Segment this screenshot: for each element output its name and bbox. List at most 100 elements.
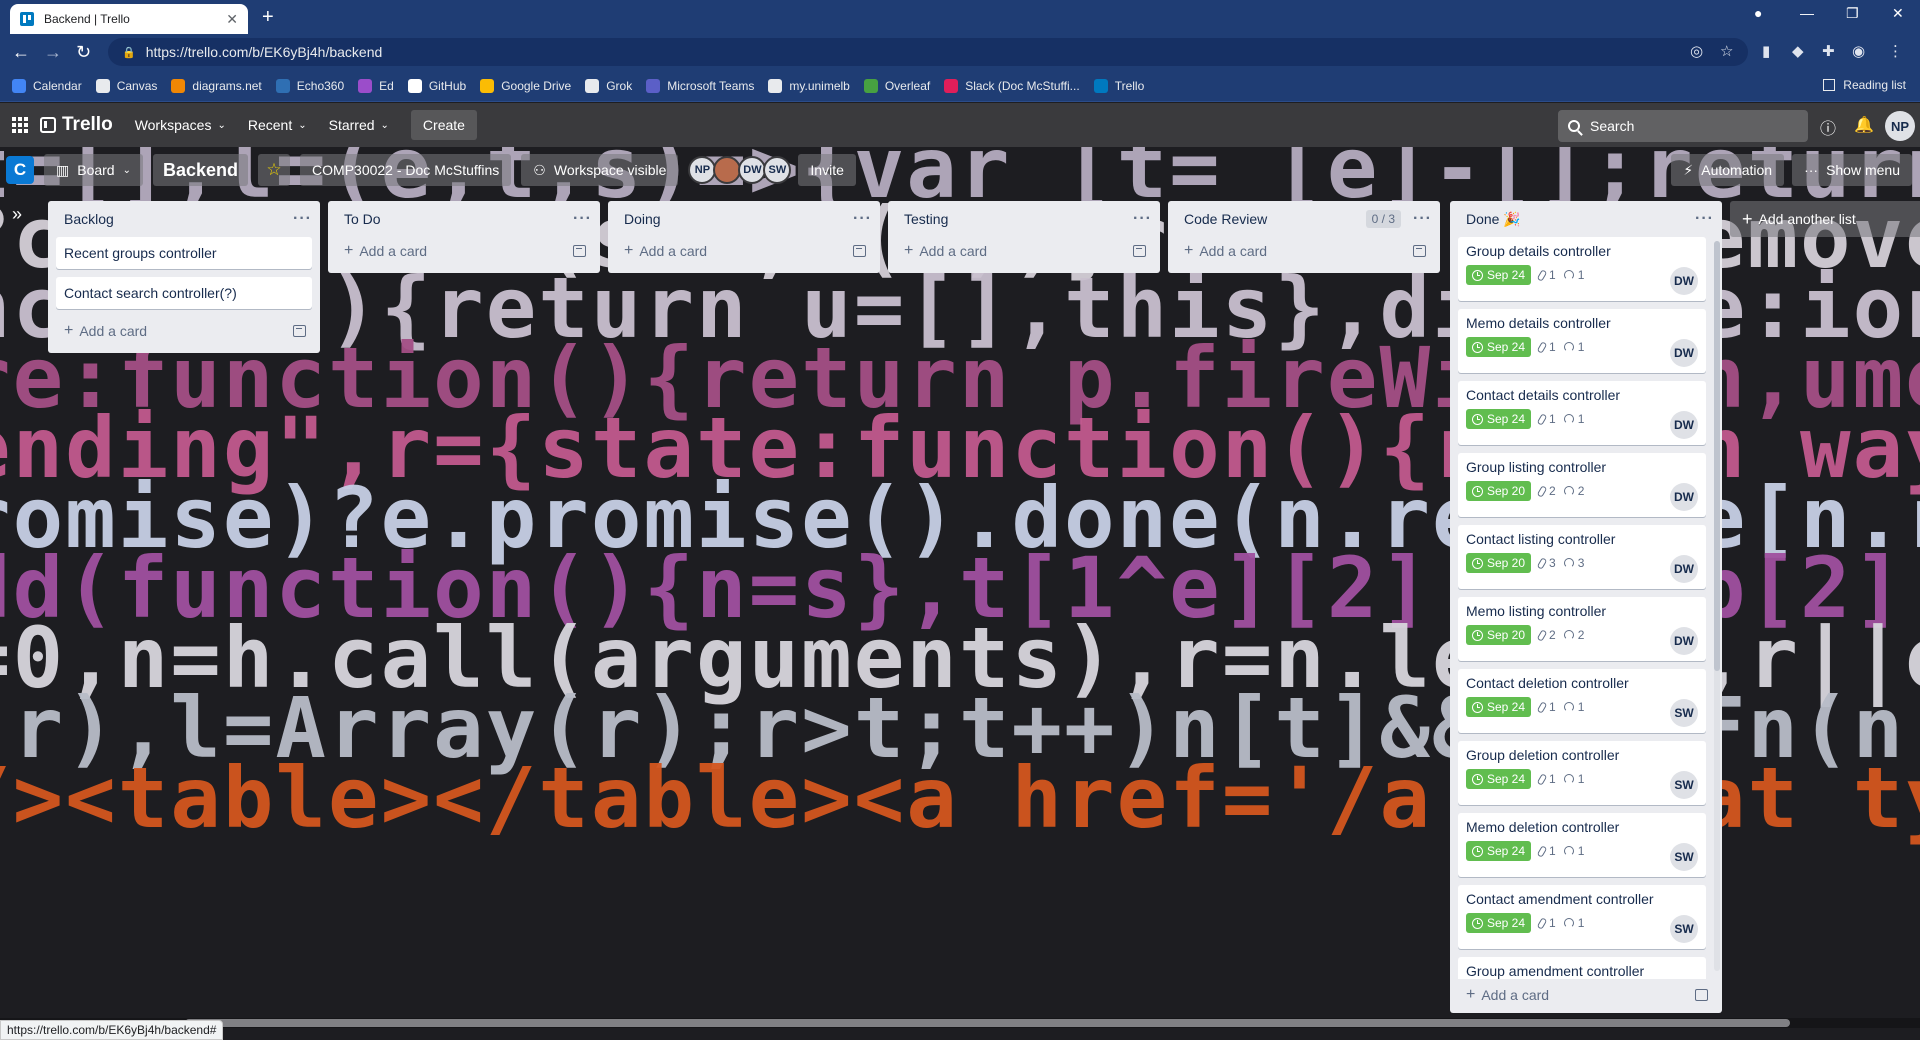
recent-menu[interactable]: Recent ⌄ (248, 117, 307, 133)
bookmark-item[interactable]: Canvas (95, 78, 157, 93)
due-date-badge[interactable]: Sep 20 (1466, 481, 1532, 501)
done-card[interactable]: Group deletion controller Sep 24 1 1 SW (1458, 741, 1706, 805)
tracking-icon[interactable]: ◎ (1690, 42, 1703, 60)
add-card-button[interactable]: + Add a card (336, 237, 592, 265)
done-card[interactable]: Memo details controller Sep 24 1 1 DW (1458, 309, 1706, 373)
extension-icon[interactable]: ▮ (1762, 42, 1770, 60)
card-member-avatar[interactable]: SW (1670, 843, 1698, 871)
app-switcher-icon[interactable] (12, 117, 28, 133)
bookmark-star-icon[interactable]: ☆ (1720, 42, 1733, 60)
browser-menu-icon[interactable]: ⋮ (1888, 42, 1903, 60)
card-member-avatar[interactable]: DW (1670, 483, 1698, 511)
list-header[interactable]: Backlog ··· (56, 201, 312, 237)
done-card[interactable]: Group listing controller Sep 20 2 2 DW (1458, 453, 1706, 517)
board-title[interactable]: Backend (152, 154, 249, 186)
automation-button[interactable]: ⚡ Automation (1671, 154, 1785, 186)
add-another-list-button[interactable]: + Add another list (1730, 201, 1920, 237)
bookmark-item[interactable]: Echo360 (275, 78, 344, 93)
invite-button[interactable]: Invite (798, 154, 856, 186)
minimize-icon[interactable]: — (1800, 5, 1814, 21)
list-title[interactable]: Testing (904, 211, 1133, 227)
member-avatar[interactable]: NP (688, 156, 717, 184)
done-card[interactable]: Group details controller Sep 24 1 1 DW (1458, 237, 1706, 301)
member-avatar-photo[interactable] (713, 156, 742, 184)
card-template-icon[interactable] (573, 245, 586, 257)
new-tab-icon[interactable]: + (262, 6, 274, 29)
due-date-badge[interactable]: Sep 24 (1466, 265, 1532, 285)
list-header[interactable]: Doing ··· (616, 201, 872, 237)
extensions-puzzle-icon[interactable]: ✚ (1822, 42, 1835, 60)
card[interactable]: Contact search controller(?) (56, 277, 312, 309)
card-template-icon[interactable] (853, 245, 866, 257)
card[interactable]: Recent groups controller (56, 237, 312, 269)
maximize-icon[interactable]: ❐ (1846, 5, 1859, 22)
board-scrollbar-thumb[interactable] (185, 1019, 1790, 1027)
add-card-button[interactable]: + Add a card (896, 237, 1152, 265)
bookmark-item[interactable]: diagrams.net (171, 78, 262, 93)
list-actions-icon[interactable]: ··· (293, 210, 312, 228)
list-header[interactable]: Code Review 0 / 3 ··· (1176, 201, 1432, 237)
close-tab-icon[interactable]: ✕ (226, 11, 238, 28)
board-view-switcher[interactable]: ▥ Board ⌄ (44, 154, 143, 186)
list-title[interactable]: Backlog (64, 211, 293, 227)
due-date-badge[interactable]: Sep 20 (1466, 553, 1532, 573)
expand-sidebar-icon[interactable]: » (12, 204, 22, 225)
member-avatar[interactable]: DW (738, 156, 767, 184)
notifications-bell-icon[interactable]: 🔔 (1854, 115, 1874, 135)
card-member-avatar[interactable]: DW (1670, 411, 1698, 439)
create-button[interactable]: Create (410, 110, 477, 140)
search-input[interactable]: Search (1558, 110, 1808, 142)
card-template-icon[interactable] (1695, 989, 1708, 1001)
add-card-button[interactable]: + Add a card (616, 237, 872, 265)
workspace-tile[interactable]: C (6, 156, 34, 184)
add-card-button[interactable]: + Add a card (1176, 237, 1432, 265)
done-card[interactable]: Contact deletion controller Sep 24 1 1 SW (1458, 669, 1706, 733)
done-card[interactable]: Memo deletion controller Sep 24 1 1 SW (1458, 813, 1706, 877)
bookmark-item[interactable]: GitHub (407, 78, 466, 93)
starred-menu[interactable]: Starred ⌄ (329, 117, 389, 133)
profile-menu-icon[interactable]: ● (1754, 5, 1762, 21)
bookmark-item[interactable]: Microsoft Teams (646, 78, 754, 93)
bookmark-item[interactable]: Trello (1093, 78, 1144, 93)
card-member-avatar[interactable]: DW (1670, 339, 1698, 367)
list-header[interactable]: Testing ··· (896, 201, 1152, 237)
card-member-avatar[interactable]: SW (1670, 915, 1698, 943)
due-date-badge[interactable]: Sep 24 (1466, 337, 1532, 357)
due-date-badge[interactable]: Sep 24 (1466, 769, 1532, 789)
due-date-badge[interactable]: Sep 24 (1466, 841, 1532, 861)
card-member-avatar[interactable]: SW (1670, 771, 1698, 799)
add-card-button[interactable]: + Add a card (56, 317, 312, 345)
list-actions-icon[interactable]: ··· (573, 210, 592, 228)
list-title[interactable]: Doing (624, 211, 853, 227)
forward-icon[interactable]: → (44, 42, 62, 63)
list-title[interactable]: To Do (344, 211, 573, 227)
list-header[interactable]: Done 🎉 ··· (1458, 201, 1714, 237)
reading-list-button[interactable]: Reading list (1823, 78, 1906, 92)
list-header[interactable]: To Do ··· (336, 201, 592, 237)
reload-icon[interactable]: ↻ (76, 42, 91, 63)
card-member-avatar[interactable]: SW (1670, 699, 1698, 727)
bookmark-item[interactable]: Google Drive (480, 78, 571, 93)
visibility-button[interactable]: ⚇ Workspace visible (521, 154, 679, 186)
card-template-icon[interactable] (1413, 245, 1426, 257)
card-member-avatar[interactable]: DW (1670, 555, 1698, 583)
browser-tab-active[interactable]: Backend | Trello ✕ (10, 4, 248, 34)
bookmark-item[interactable]: Ed (358, 78, 394, 93)
list-actions-icon[interactable]: ··· (1413, 210, 1432, 228)
done-card[interactable]: Group amendment controllerSep 2411SW (1458, 957, 1706, 979)
star-board-icon[interactable]: ☆ (258, 154, 291, 186)
list-scrollbar-thumb[interactable] (1714, 241, 1720, 671)
add-card-button[interactable]: + Add a card (1458, 981, 1714, 1009)
done-card[interactable]: Contact amendment controller Sep 24 1 1 SW (1458, 885, 1706, 949)
due-date-badge[interactable]: Sep 20 (1466, 625, 1532, 645)
board-horizontal-scrollbar[interactable] (0, 1018, 1920, 1028)
done-card[interactable]: Contact details controller Sep 24 1 1 DW (1458, 381, 1706, 445)
done-card[interactable]: Contact listing controller Sep 20 3 3 DW (1458, 525, 1706, 589)
trello-logo[interactable]: Trello (40, 114, 113, 136)
card-member-avatar[interactable]: DW (1670, 627, 1698, 655)
bookmark-item[interactable]: Grok (585, 78, 632, 93)
done-card[interactable]: Memo listing controller Sep 20 2 2 DW (1458, 597, 1706, 661)
card-template-icon[interactable] (293, 325, 306, 337)
list-actions-icon[interactable]: ··· (1695, 210, 1714, 228)
info-icon[interactable]: ⓘ (1820, 115, 1836, 139)
